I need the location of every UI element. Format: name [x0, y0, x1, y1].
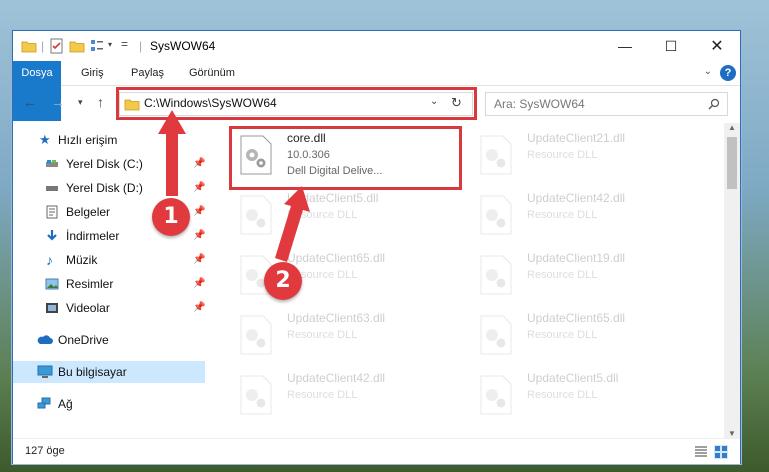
status-bar: 127 öge: [13, 438, 740, 464]
ribbon-tabs: Dosya Giriş Paylaş Görünüm ⌄ ?: [13, 61, 740, 121]
separator: |: [139, 39, 143, 53]
maximize-button[interactable]: ☐: [648, 31, 694, 61]
step-1-marker: 1: [152, 198, 190, 236]
minimize-button[interactable]: —: [602, 31, 648, 61]
file-item[interactable]: UpdateClient63.dll Resource DLL: [235, 307, 460, 367]
chevron-down-icon[interactable]: ▾: [108, 40, 112, 49]
navigation-pane: ★ Hızlı erişim Yerel Disk (C:) 📌 Yerel D…: [13, 123, 205, 433]
file-item[interactable]: UpdateClient42.dll Resource DLL: [235, 367, 460, 427]
pin-icon[interactable]: 📌: [193, 153, 205, 175]
search-input[interactable]: Ara: SysWOW64: [485, 92, 728, 116]
dll-file-icon: [480, 195, 512, 235]
file-item[interactable]: UpdateClient21.dll Resource DLL: [475, 127, 700, 187]
pin-icon[interactable]: 📌: [193, 177, 205, 199]
large-icons-view-icon[interactable]: [714, 445, 728, 459]
pin-icon[interactable]: 📌: [193, 297, 205, 319]
back-button[interactable]: ←: [23, 94, 37, 110]
tab-home[interactable]: Giriş: [71, 61, 114, 85]
file-item[interactable]: UpdateClient5.dll Resource DLL: [235, 187, 460, 247]
window-title: SysWOW64: [150, 39, 216, 53]
dll-file-icon: [480, 255, 512, 295]
dll-file-icon: [240, 315, 272, 355]
new-folder-icon[interactable]: [69, 38, 85, 54]
address-bar-highlight: [116, 87, 477, 120]
sidebar-item-pictures[interactable]: Resimler 📌: [13, 273, 205, 295]
pin-icon[interactable]: 📌: [193, 201, 205, 223]
search-icon[interactable]: [708, 98, 720, 110]
star-icon: ★: [39, 132, 51, 147]
tab-view[interactable]: Görünüm: [179, 61, 245, 85]
pin-icon[interactable]: 📌: [193, 249, 205, 271]
dll-file-icon: [480, 315, 512, 355]
up-button[interactable]: ↑: [97, 94, 104, 110]
folder-icon: [21, 41, 37, 53]
sidebar-item-videos[interactable]: Videolar 📌: [13, 297, 205, 319]
music-icon: ♪: [46, 252, 53, 268]
dll-file-icon: [240, 195, 272, 235]
search-placeholder: Ara: SysWOW64: [494, 97, 585, 111]
scroll-thumb[interactable]: [727, 137, 737, 189]
documents-icon: [46, 205, 58, 219]
pin-icon[interactable]: 📌: [193, 273, 205, 295]
computer-icon: [37, 365, 53, 378]
file-item[interactable]: UpdateClient19.dll Resource DLL: [475, 247, 700, 307]
drive-icon: [46, 160, 58, 167]
videos-icon: [46, 303, 58, 313]
title-bar: | ▾ = | SysWOW64 — ☐ ✕: [13, 31, 740, 61]
file-highlight: [229, 126, 462, 190]
sidebar-item-this-pc[interactable]: Bu bilgisayar: [13, 361, 205, 383]
network-icon: [37, 397, 51, 409]
vertical-scrollbar[interactable]: ▲ ▼: [724, 123, 740, 438]
dll-file-icon: [480, 375, 512, 415]
sidebar-item-onedrive[interactable]: OneDrive: [13, 329, 205, 351]
tab-share[interactable]: Paylaş: [121, 61, 174, 85]
file-item[interactable]: UpdateClient42.dll Resource DLL: [475, 187, 700, 247]
cloud-icon: [37, 335, 53, 344]
details-view-icon[interactable]: [694, 445, 708, 459]
drive-icon: [46, 186, 58, 191]
dll-file-icon: [480, 135, 512, 175]
pictures-icon: [45, 278, 59, 290]
scroll-down-icon[interactable]: ▼: [728, 429, 736, 438]
step-2-marker: 2: [264, 262, 302, 300]
view-icon[interactable]: [89, 38, 105, 54]
sidebar-item-disk-c[interactable]: Yerel Disk (C:) 📌: [13, 153, 205, 175]
recent-locations-button[interactable]: ▾: [78, 97, 83, 108]
sidebar-item-quick-access[interactable]: ★ Hızlı erişim: [13, 129, 205, 151]
pin-icon[interactable]: 📌: [193, 225, 205, 247]
file-item[interactable]: UpdateClient5.dll Resource DLL: [475, 367, 700, 427]
customize-toolbar-icon[interactable]: =: [121, 37, 128, 51]
close-button[interactable]: ✕: [694, 31, 740, 61]
file-item[interactable]: UpdateClient65.dll Resource DLL: [475, 307, 700, 367]
sidebar-item-disk-d[interactable]: Yerel Disk (D:) 📌: [13, 177, 205, 199]
help-icon[interactable]: ?: [720, 65, 736, 81]
sidebar-item-music[interactable]: ♪ Müzik 📌: [13, 249, 205, 271]
ribbon-expand-icon[interactable]: ⌄: [704, 66, 712, 77]
download-icon: [47, 230, 57, 241]
separator: |: [41, 39, 45, 53]
sidebar-item-network[interactable]: Ağ: [13, 393, 205, 415]
forward-button[interactable]: →: [51, 94, 65, 110]
dll-file-icon: [240, 375, 272, 415]
item-count: 127 öge: [25, 445, 65, 457]
scroll-up-icon[interactable]: ▲: [728, 123, 736, 132]
properties-icon[interactable]: [49, 38, 65, 54]
